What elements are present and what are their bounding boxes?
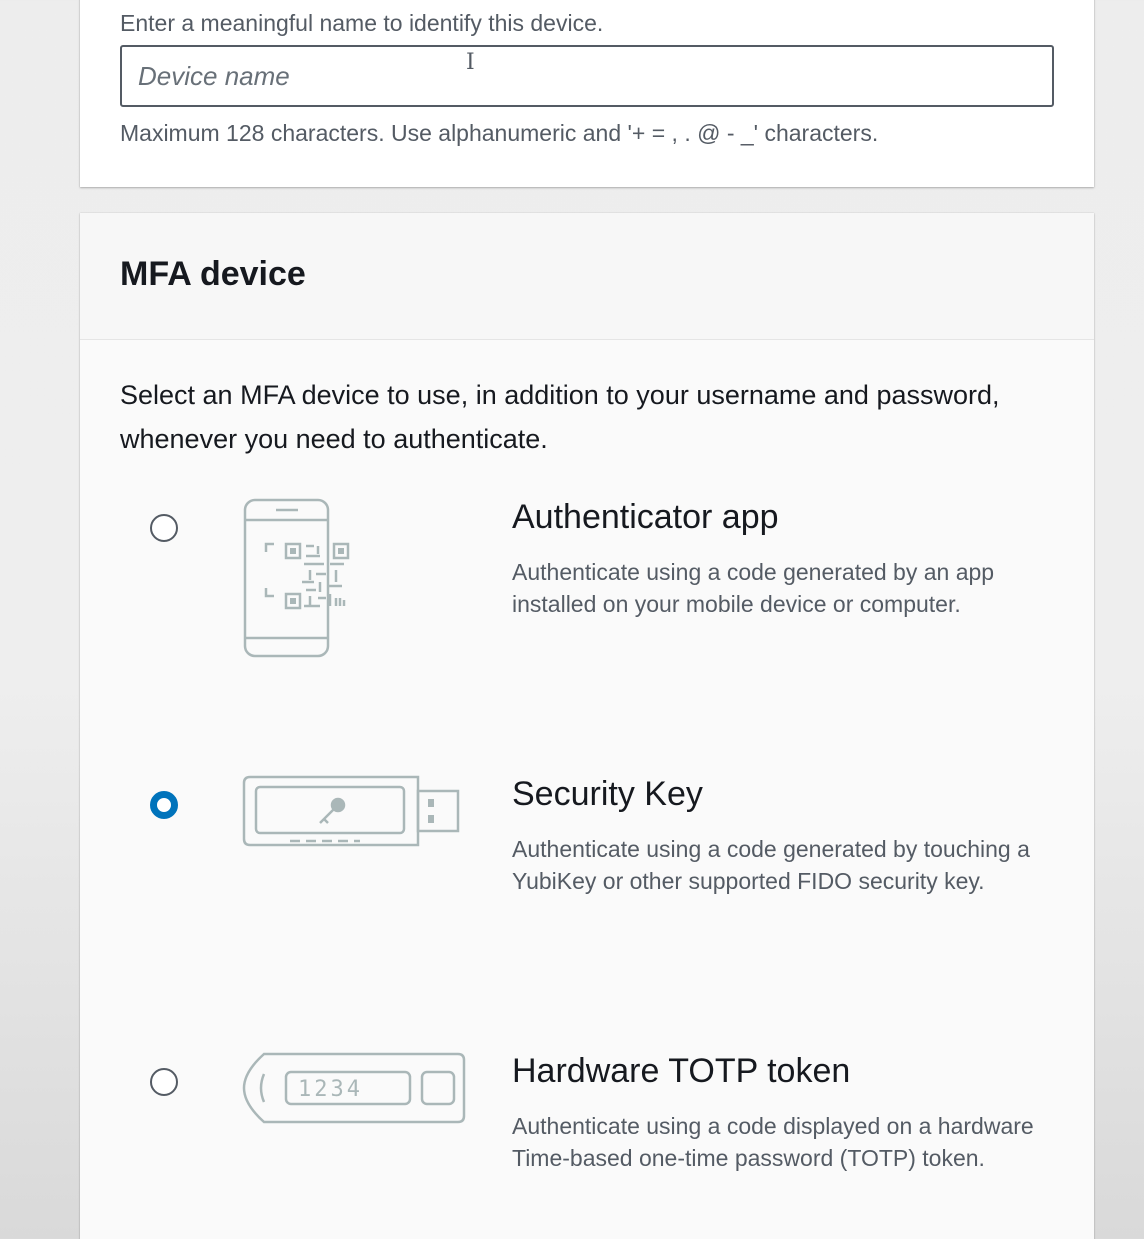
security-key-title: Security Key bbox=[512, 775, 703, 813]
device-name-panel: Enter a meaningful name to identify this… bbox=[80, 0, 1094, 187]
authenticator-app-title: Authenticator app bbox=[512, 498, 779, 536]
option-authenticator-app[interactable]: Authenticator app Authenticate using a c… bbox=[80, 498, 1094, 698]
device-name-input[interactable] bbox=[120, 45, 1054, 107]
option-hardware-totp-token[interactable]: 1234 Hardware TOTP token Authenticate us… bbox=[80, 1052, 1094, 1239]
mfa-device-header: MFA device bbox=[80, 213, 1094, 340]
device-name-constraint: Maximum 128 characters. Use alphanumeric… bbox=[120, 120, 879, 146]
mfa-device-description: Select an MFA device to use, in addition… bbox=[120, 380, 1000, 454]
radio-authenticator-app[interactable] bbox=[150, 514, 178, 542]
device-name-hint: Enter a meaningful name to identify this… bbox=[120, 10, 604, 36]
totp-token-icon: 1234 bbox=[242, 1052, 466, 1124]
mfa-device-panel: MFA device Select an MFA device to use, … bbox=[80, 213, 1094, 1239]
authenticator-app-description: Authenticate using a code generated by a… bbox=[512, 559, 995, 617]
text-cursor-icon: I bbox=[466, 50, 475, 75]
mfa-device-title: MFA device bbox=[120, 255, 306, 293]
phone-qr-icon bbox=[243, 498, 350, 658]
radio-security-key[interactable] bbox=[150, 791, 178, 819]
security-key-description: Authenticate using a code generated by t… bbox=[512, 836, 1030, 894]
hardware-totp-description: Authenticate using a code displayed on a… bbox=[512, 1113, 1034, 1171]
usb-key-icon bbox=[242, 775, 460, 847]
option-security-key[interactable]: Security Key Authenticate using a code g… bbox=[80, 775, 1094, 975]
hardware-totp-title: Hardware TOTP token bbox=[512, 1052, 851, 1090]
totp-token-display: 1234 bbox=[298, 1077, 363, 1102]
radio-hardware-totp-token[interactable] bbox=[150, 1068, 178, 1096]
